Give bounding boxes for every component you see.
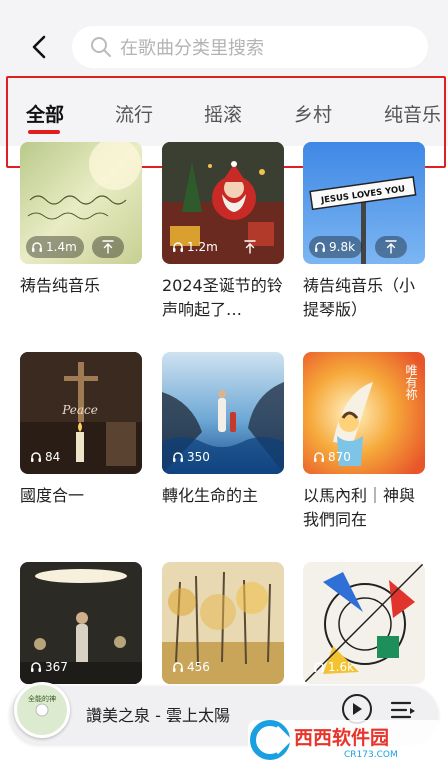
tab-instrumental[interactable]: 纯音乐 bbox=[384, 100, 441, 127]
tab-all[interactable]: 全部 bbox=[26, 100, 64, 127]
playlist-cover: JESUS LOVES YOU 9.8k bbox=[303, 142, 425, 264]
playlist-cover: 456 bbox=[162, 562, 284, 684]
play-count-badge: 350 bbox=[168, 446, 217, 468]
search-icon bbox=[91, 37, 111, 57]
play-count: 367 bbox=[45, 660, 68, 674]
album-art-text: 全能的神 bbox=[28, 694, 56, 703]
back-arrow-icon bbox=[32, 35, 46, 59]
pin-top-icon bbox=[244, 240, 256, 254]
play-icon bbox=[353, 703, 362, 715]
playlist-title: 祷告纯音乐 bbox=[20, 276, 101, 295]
playlist-queue-icon[interactable] bbox=[390, 700, 416, 720]
playlist-title: 轉化生命的主 bbox=[162, 486, 259, 505]
play-count: 84 bbox=[45, 450, 61, 464]
playlist-cover: Peace 84 bbox=[20, 352, 142, 474]
play-count-badge: 367 bbox=[26, 656, 75, 678]
play-count: 350 bbox=[187, 450, 210, 464]
play-count: 456 bbox=[187, 660, 210, 674]
tab-country[interactable]: 乡村 bbox=[294, 100, 332, 127]
pin-top-icon bbox=[385, 240, 397, 254]
play-count: 9.8k bbox=[329, 240, 356, 254]
tab-rock[interactable]: 摇滚 bbox=[204, 100, 242, 127]
play-count-badge: 84 bbox=[26, 446, 67, 468]
cover-title-text: Peace bbox=[61, 403, 98, 417]
playlist-title: 以馬內利｜神與我們同在 bbox=[303, 486, 416, 529]
headphones-icon bbox=[314, 662, 324, 672]
playlist-title: 2024圣诞节的铃声响起了… bbox=[162, 276, 283, 319]
playlist-cover: 367 bbox=[20, 562, 142, 684]
search-placeholder: 在歌曲分类里搜索 bbox=[120, 38, 264, 59]
site-watermark: 西西软件园 CR173.COM bbox=[248, 718, 444, 762]
play-count-badge: 456 bbox=[168, 656, 217, 678]
headphones-icon bbox=[173, 452, 183, 462]
playlist-title: 祷告纯音乐（小提琴版） bbox=[303, 276, 416, 319]
active-tab-indicator bbox=[28, 130, 60, 134]
headphones-icon bbox=[315, 242, 325, 252]
search-input[interactable]: 在歌曲分类里搜索 bbox=[72, 26, 428, 68]
play-count: 1.4m bbox=[46, 240, 77, 254]
pin-top-icon bbox=[102, 240, 114, 254]
playlist-cover: 350 bbox=[162, 352, 284, 474]
playlist-cover: 唯有祢 870 bbox=[303, 352, 425, 474]
play-count: 870 bbox=[328, 450, 351, 464]
headphones-icon bbox=[173, 662, 183, 672]
playlist-title: 國度合一 bbox=[20, 486, 85, 505]
watermark-brand: 西西软件园 bbox=[294, 726, 389, 749]
pin-to-top-button[interactable] bbox=[92, 236, 124, 258]
playlist-cover: 1.4m bbox=[20, 142, 142, 264]
play-count: 1.2m bbox=[187, 240, 218, 254]
headphones-icon bbox=[32, 242, 42, 252]
play-count-badge: 1.6k bbox=[309, 656, 361, 678]
headphones-icon bbox=[314, 452, 324, 462]
watermark-domain: CR173.COM bbox=[344, 750, 398, 760]
play-count-badge: 1.2m bbox=[168, 236, 225, 258]
pin-to-top-button[interactable] bbox=[375, 236, 407, 258]
play-count-badge: 9.8k bbox=[309, 236, 363, 258]
album-art-disc[interactable]: 全能的神 bbox=[14, 682, 70, 738]
playlist-cover: 1.6k bbox=[303, 562, 425, 684]
cover-title-text: 唯有祢 bbox=[404, 364, 418, 400]
tab-pop[interactable]: 流行 bbox=[115, 100, 153, 127]
play-count-badge: 870 bbox=[309, 446, 358, 468]
now-playing-title: 讚美之泉 - 雲上太陽 bbox=[86, 706, 230, 725]
headphones-icon bbox=[173, 242, 183, 252]
headphones-icon bbox=[31, 452, 41, 462]
back-button[interactable] bbox=[22, 30, 56, 64]
playlist-cover: 1.2m bbox=[162, 142, 284, 264]
pin-to-top-button[interactable] bbox=[234, 236, 266, 258]
headphones-icon bbox=[31, 662, 41, 672]
play-count-badge: 1.4m bbox=[26, 236, 84, 258]
play-count: 1.6k bbox=[328, 660, 355, 674]
